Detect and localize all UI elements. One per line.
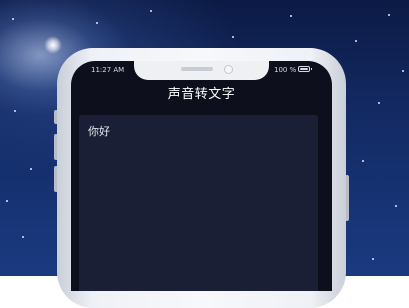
battery-icon [298,66,312,72]
battery-fill [300,68,308,70]
app-title: 声音转文字 [167,87,236,102]
phone-screen: 11:27 AM 100 % 声音转文字 你好 [71,61,332,291]
front-camera [224,65,233,74]
speaker-grille [181,67,213,71]
status-time: 11:27 AM [91,66,125,74]
transcript-text: 你好 [88,125,110,138]
transcript-text-area[interactable]: 你好 [79,115,318,291]
notch [134,61,269,80]
nebula-glow [44,36,62,54]
battery-percentage: 100 % [274,66,297,74]
